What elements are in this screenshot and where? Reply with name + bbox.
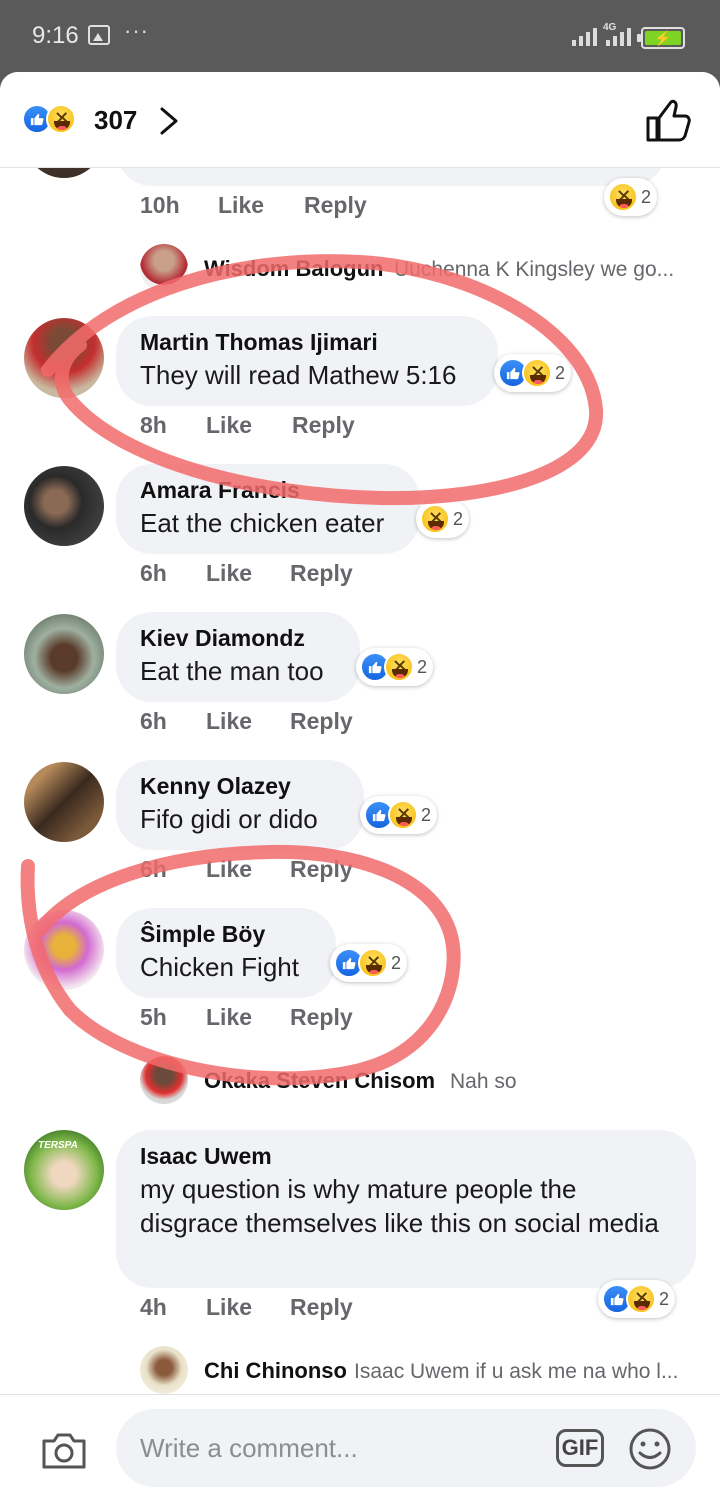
reply-link[interactable]: Reply [304, 192, 367, 219]
avatar[interactable] [24, 318, 104, 398]
reply-preview[interactable]: Chi Chinonso Isaac Uwem if u ask me na w… [140, 1346, 700, 1396]
reply-link[interactable]: Reply [290, 1294, 353, 1321]
chevron-right-icon[interactable] [158, 106, 180, 136]
signal-icon-2 [606, 26, 631, 46]
reply-snippet: Uuchenna K Kingsley we go... [394, 258, 675, 281]
reactions-header: 307 [0, 72, 720, 168]
comment-text: Eat the man too [140, 656, 324, 686]
status-time: 9:16 [32, 22, 79, 49]
avatar[interactable] [24, 466, 104, 546]
like-link[interactable]: Like [206, 856, 252, 883]
haha-reaction-icon [384, 652, 414, 682]
like-link[interactable]: Like [206, 560, 252, 587]
reply-link[interactable]: Reply [290, 708, 353, 735]
reaction-count: 2 [421, 804, 432, 825]
avatar[interactable] [24, 762, 104, 842]
more-notifications-icon: ··· [124, 18, 149, 43]
comment-author[interactable]: Isaac Uwem [140, 1142, 660, 1170]
like-link[interactable]: Like [206, 412, 252, 439]
comment-reactions[interactable]: 2 [604, 178, 658, 216]
reaction-count: 2 [417, 656, 428, 677]
like-link[interactable]: Like [206, 708, 252, 735]
comment-reactions[interactable]: 2 [494, 354, 572, 392]
reaction-count: 2 [453, 508, 464, 529]
comment-input-placeholder: Write a comment... [140, 1433, 358, 1463]
comments-sheet: 307 10h Like Reply 2 Wisdom Balogun Uuch… [0, 72, 720, 1500]
comment-author[interactable]: Ŝimple Böy [140, 920, 312, 948]
haha-reaction-icon [420, 504, 450, 534]
haha-reaction-icon [358, 948, 388, 978]
avatar[interactable] [24, 614, 104, 694]
comment-time: 6h [140, 708, 167, 734]
like-link[interactable]: Like [206, 1004, 252, 1031]
reaction-count: 2 [659, 1288, 670, 1309]
avatar[interactable] [24, 910, 104, 990]
signal-icon [572, 26, 597, 46]
reply-snippet: Isaac Uwem if u ask me na who l... [354, 1360, 679, 1383]
reply-author[interactable]: Chi Chinonso [204, 1358, 347, 1384]
reply-preview[interactable]: Okaka Steven Chisom Nah so [140, 1056, 700, 1106]
haha-reaction-icon [522, 358, 552, 388]
emoji-icon[interactable] [628, 1427, 672, 1471]
battery-icon: ⚡ [637, 27, 685, 49]
comment-bubble[interactable]: Isaac Uwem my question is why mature peo… [116, 1130, 696, 1288]
like-link[interactable]: Like [206, 1294, 252, 1321]
reply-link[interactable]: Reply [290, 856, 353, 883]
comment-time: 4h [140, 1294, 167, 1320]
status-bar: 9:16 ··· 4G ⚡ [0, 0, 720, 72]
avatar[interactable]: TERSPA [24, 1130, 104, 1210]
haha-reaction-icon [626, 1284, 656, 1314]
reply-preview[interactable]: Wisdom Balogun Uuchenna K Kingsley we go… [140, 244, 700, 294]
reaction-count: 2 [641, 186, 652, 207]
reply-author[interactable]: Wisdom Balogun [204, 256, 383, 282]
haha-reaction-icon [46, 104, 76, 134]
comment-time: 8h [140, 412, 167, 438]
comment-time: 6h [140, 856, 167, 882]
comment-reactions[interactable]: 2 [416, 500, 470, 538]
comment-author[interactable]: Martin Thomas Ijimari [140, 328, 474, 356]
like-link[interactable]: Like [218, 192, 264, 219]
comment-reactions[interactable]: 2 [356, 648, 434, 686]
comment-reactions[interactable]: 2 [598, 1280, 676, 1318]
avatar[interactable] [140, 1056, 188, 1104]
reply-link[interactable]: Reply [292, 412, 355, 439]
avatar-watermark: TERSPA [38, 1140, 78, 1151]
comment-bubble[interactable]: Ŝimple Böy Chicken Fight [116, 908, 336, 998]
comment-time: 6h [140, 560, 167, 586]
avatar[interactable] [140, 244, 188, 292]
comment-text: Chicken Fight [140, 952, 299, 982]
reaction-summary[interactable] [22, 104, 76, 134]
comment-author[interactable]: Kenny Olazey [140, 772, 340, 800]
reaction-count: 2 [555, 362, 566, 383]
gif-button[interactable]: GIF [556, 1429, 604, 1467]
reply-link[interactable]: Reply [290, 560, 353, 587]
comment-text: Fifo gidi or dido [140, 804, 318, 834]
haha-reaction-icon [608, 182, 638, 212]
reply-link[interactable]: Reply [290, 1004, 353, 1031]
avatar[interactable] [140, 1346, 188, 1394]
reply-author[interactable]: Okaka Steven Chisom [204, 1068, 435, 1094]
comment-author[interactable]: Kiev Diamondz [140, 624, 336, 652]
comment-input[interactable]: Write a comment... GIF [116, 1409, 696, 1487]
comment-author[interactable]: Amara Francis [140, 476, 396, 504]
comment-bubble[interactable]: Kenny Olazey Fifo gidi or dido [116, 760, 364, 850]
camera-icon[interactable] [40, 1429, 88, 1471]
comment-reactions[interactable]: 2 [360, 796, 438, 834]
like-button-icon[interactable] [644, 98, 692, 144]
haha-reaction-icon [388, 800, 418, 830]
comment-bubble[interactable]: Martin Thomas Ijimari They will read Mat… [116, 316, 498, 406]
comment-text: Eat the chicken eater [140, 508, 385, 538]
gallery-notification-icon [88, 25, 110, 45]
comment-bubble[interactable]: Amara Francis Eat the chicken eater [116, 464, 420, 554]
comment-reactions[interactable]: 2 [330, 944, 408, 982]
reaction-count[interactable]: 307 [94, 105, 137, 136]
comment-text: my question is why mature people the dis… [140, 1174, 659, 1238]
comment-composer: Write a comment... GIF [0, 1394, 720, 1500]
comment-bubble[interactable]: Kiev Diamondz Eat the man too [116, 612, 360, 702]
comment-text: They will read Mathew 5:16 [140, 360, 457, 390]
reply-snippet: Nah so [450, 1070, 517, 1093]
comment-time: 5h [140, 1004, 167, 1030]
comment-time: 10h [140, 192, 180, 218]
reaction-count: 2 [391, 952, 402, 973]
